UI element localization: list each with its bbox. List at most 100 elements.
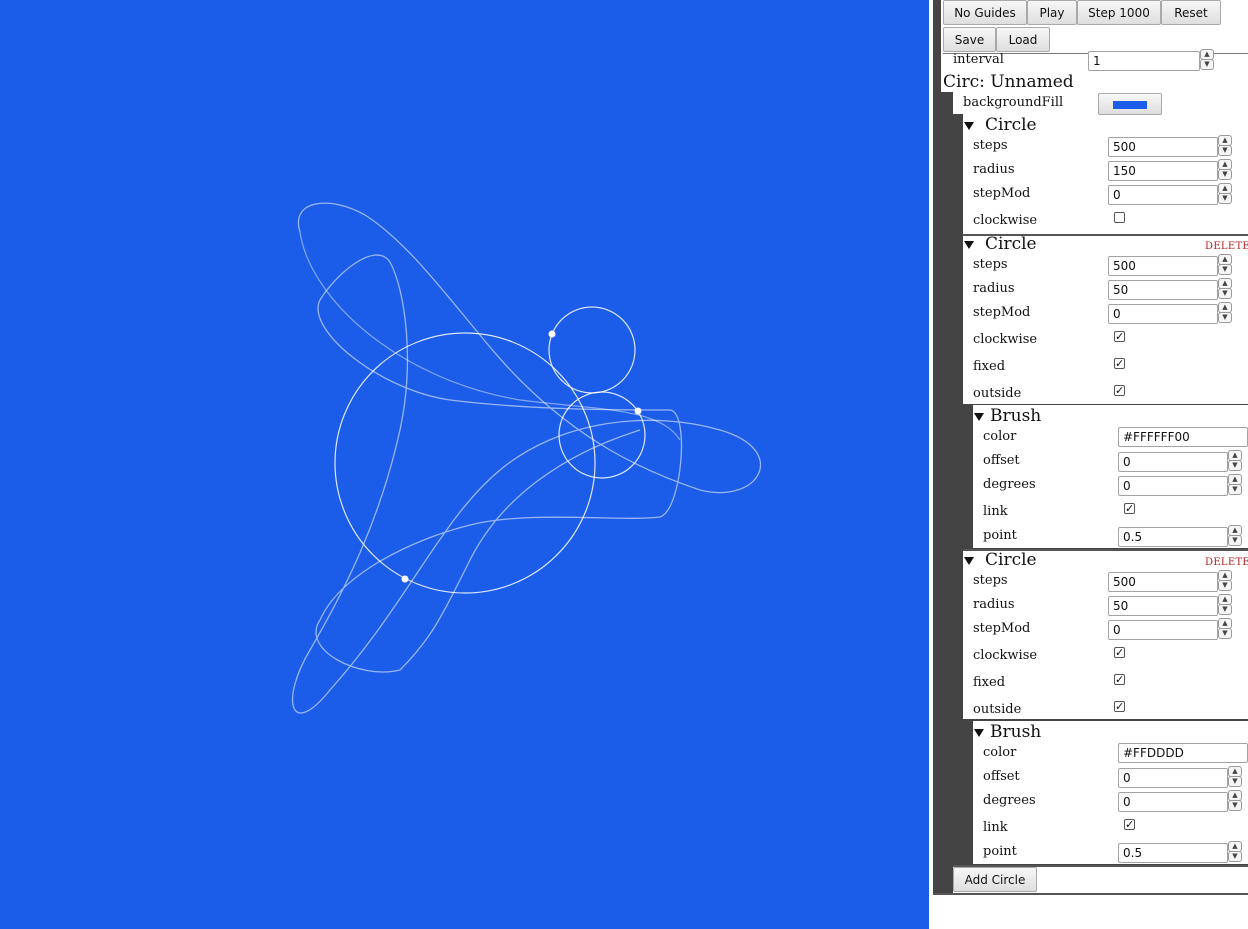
circle-3-radius-spinner[interactable]: ▲ ▼ [1218,594,1232,615]
collapse-triangle-icon[interactable] [964,557,974,565]
brush-2-offset-input[interactable]: 0 [1118,768,1228,788]
circle-2-outside-checkbox[interactable]: ✓ [1114,385,1125,396]
brush-2-offset-spinner[interactable]: ▲ ▼ [1228,766,1242,787]
circle-3-steps-spinner[interactable]: ▲ ▼ [1218,570,1232,591]
brush-1-offset-input[interactable]: 0 [1118,452,1228,472]
link-label: link [983,820,1008,835]
circle-3-outside-checkbox[interactable]: ✓ [1114,701,1125,712]
drawing-canvas[interactable] [0,0,929,929]
background-fill-label: backgroundFill [963,95,1064,110]
reset-button[interactable]: Reset [1161,0,1221,25]
brush-1-point-input[interactable]: 0.5 [1118,527,1228,547]
brush-1-offset-spinner[interactable]: ▲ ▼ [1228,450,1242,471]
brush-2-point-input[interactable]: 0.5 [1118,843,1228,863]
circle-3-clockwise-checkbox[interactable]: ✓ [1114,647,1125,658]
collapse-triangle-icon[interactable] [964,122,974,130]
guide-circle-small-2 [558,391,646,479]
circle-1-radius-input[interactable]: 150 [1108,161,1218,181]
spirograph-drawing [291,202,762,714]
circle-1-steps-spinner[interactable]: ▲ ▼ [1218,135,1232,156]
brush-1-degrees-input[interactable]: 0 [1118,476,1228,496]
fixed-label: fixed [973,675,1006,690]
brush-1-point-spinner[interactable]: ▲ ▼ [1228,525,1242,546]
background-fill-swatch [1113,101,1147,109]
circle-2-title: Circle [985,234,1037,254]
circle-2-radius-input[interactable]: 50 [1108,280,1218,300]
point-label: point [983,528,1017,543]
circle-2-radius-spinner[interactable]: ▲ ▼ [1218,278,1232,299]
circle-2-fixed-checkbox[interactable]: ✓ [1114,358,1125,369]
brush-2-color-input[interactable]: #FFDDDD [1118,743,1248,763]
circle-3-radius-input[interactable]: 50 [1108,596,1218,616]
collapse-triangle-icon[interactable] [964,241,974,249]
circle-1-clockwise-checkbox[interactable] [1114,212,1125,223]
brush-2-link-checkbox[interactable]: ✓ [1124,819,1135,830]
steps-label: steps [973,573,1008,588]
color-label: color [983,745,1017,760]
circle-2-stepmod-input[interactable]: 0 [1108,304,1218,324]
brush-1-color-input[interactable]: #FFFFFF00 [1118,427,1248,447]
spirograph-trace [291,202,762,714]
load-button[interactable]: Load [996,27,1050,52]
outside-label: outside [973,386,1022,401]
circle-3-stepmod-input[interactable]: 0 [1108,620,1218,640]
outside-label: outside [973,702,1022,717]
stepmod-label: stepMod [973,186,1031,201]
clockwise-label: clockwise [973,213,1038,228]
circle-2-steps-spinner[interactable]: ▲ ▼ [1218,254,1232,275]
step-button[interactable]: Step 1000 [1077,0,1161,25]
interval-label: interval [953,52,1004,67]
offset-label: offset [983,769,1020,784]
background-fill-color-picker[interactable] [1098,93,1162,115]
collapse-triangle-icon[interactable] [974,729,984,737]
steps-label: steps [973,138,1008,153]
circle-3-fixed-checkbox[interactable]: ✓ [1114,674,1125,685]
play-button[interactable]: Play [1027,0,1077,25]
brush-1-degrees-spinner[interactable]: ▲ ▼ [1228,474,1242,495]
circle-1-stepmod-spinner[interactable]: ▲ ▼ [1218,183,1232,204]
circ-title: Circ: Unnamed [943,72,1074,92]
circle-3-title: Circle [985,550,1037,570]
clockwise-label: clockwise [973,648,1038,663]
brush-1-link-checkbox[interactable]: ✓ [1124,503,1135,514]
brush-2-title: Brush [990,722,1042,742]
offset-label: offset [983,453,1020,468]
degrees-label: degrees [983,793,1036,808]
point-label: point [983,844,1017,859]
circle-1-title: Circle [985,115,1037,135]
circle-2-stepmod-spinner[interactable]: ▲ ▼ [1218,302,1232,323]
steps-label: steps [973,257,1008,272]
radius-label: radius [973,597,1015,612]
circle-3-delete-link[interactable]: DELETE [1205,557,1248,568]
add-circle-button[interactable]: Add Circle [953,867,1037,892]
stepmod-label: stepMod [973,305,1031,320]
interval-input[interactable]: 1 [1088,51,1200,71]
collapse-triangle-icon[interactable] [974,413,984,421]
circle-1-radius-spinner[interactable]: ▲ ▼ [1218,159,1232,180]
fixed-label: fixed [973,359,1006,374]
circle-3-stepmod-spinner[interactable]: ▲ ▼ [1218,618,1232,639]
clockwise-label: clockwise [973,332,1038,347]
brush-1-title: Brush [990,406,1042,426]
link-label: link [983,504,1008,519]
save-button[interactable]: Save [943,27,996,52]
divider [933,893,1248,895]
stepmod-label: stepMod [973,621,1031,636]
circle-2-delete-link[interactable]: DELETE [1205,241,1248,252]
circle-3-steps-input[interactable]: 500 [1108,572,1218,592]
brush-point [634,407,642,415]
circle-1-stepmod-input[interactable]: 0 [1108,185,1218,205]
no-guides-button[interactable]: No Guides [943,0,1027,25]
radius-label: radius [973,281,1015,296]
brush-point [548,330,556,338]
brush-2-degrees-spinner[interactable]: ▲ ▼ [1228,790,1242,811]
circle-1-steps-input[interactable]: 500 [1108,137,1218,157]
radius-label: radius [973,162,1015,177]
interval-spinner[interactable]: ▲ ▼ [1200,49,1214,70]
color-label: color [983,429,1017,444]
brush-2-point-spinner[interactable]: ▲ ▼ [1228,841,1242,862]
circle-2-clockwise-checkbox[interactable]: ✓ [1114,331,1125,342]
circle-2-steps-input[interactable]: 500 [1108,256,1218,276]
brush-2-degrees-input[interactable]: 0 [1118,792,1228,812]
brush-point [401,575,409,583]
